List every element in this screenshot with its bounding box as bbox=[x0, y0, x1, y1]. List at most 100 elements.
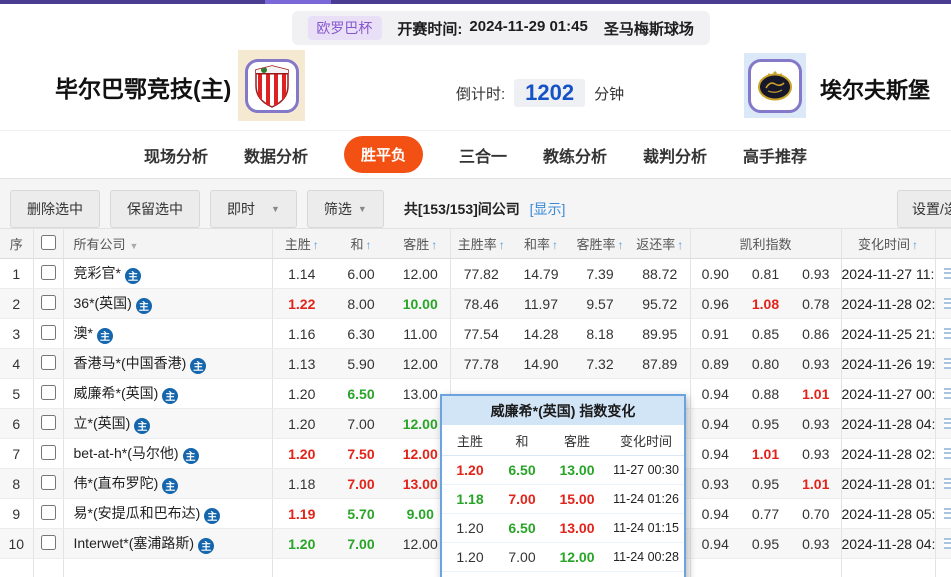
company-cell[interactable]: 竞彩官*主 bbox=[63, 259, 272, 289]
keep-selected-button[interactable]: 保留选中 bbox=[110, 190, 200, 228]
trend-chart-icon[interactable] bbox=[944, 298, 951, 309]
popup-odds-value: 15.00 bbox=[546, 485, 608, 514]
header-home-rate-sort[interactable]: 主胜率↑ bbox=[450, 229, 512, 259]
trend-chart-icon[interactable] bbox=[944, 448, 951, 459]
trend-chart-icon[interactable] bbox=[944, 328, 951, 339]
tab-expert-picks[interactable]: 高手推荐 bbox=[743, 143, 807, 167]
company-name[interactable]: Interwet*(塞浦路斯) bbox=[74, 535, 195, 551]
trend-cell[interactable] bbox=[935, 349, 951, 379]
row-select-cell[interactable] bbox=[33, 349, 63, 379]
trend-cell[interactable] bbox=[935, 529, 951, 559]
tab-three-in-one[interactable]: 三合一 bbox=[459, 143, 507, 167]
company-name[interactable]: 易*(安提瓜和巴布达) bbox=[74, 505, 201, 521]
company-name[interactable]: 竞彩官* bbox=[74, 265, 121, 281]
tab-referee-analysis[interactable]: 裁判分析 bbox=[643, 143, 707, 167]
trend-chart-icon[interactable] bbox=[944, 358, 951, 369]
live-filter-dropdown[interactable]: 即时 ▼ bbox=[210, 190, 297, 228]
row-select-cell[interactable] bbox=[33, 379, 63, 409]
odds-value: 1.14 bbox=[272, 259, 331, 289]
row-select-cell[interactable] bbox=[33, 499, 63, 529]
odds-value: 7.00 bbox=[331, 409, 391, 439]
row-checkbox[interactable] bbox=[41, 475, 56, 490]
row-select-cell[interactable] bbox=[33, 469, 63, 499]
trend-cell[interactable] bbox=[935, 319, 951, 349]
row-checkbox[interactable] bbox=[41, 355, 56, 370]
kelly-value: 0.94 bbox=[690, 499, 740, 529]
company-cell[interactable]: 立*(英国)主 bbox=[63, 409, 272, 439]
company-name[interactable]: bet-at-h*(马尔他) bbox=[74, 445, 179, 461]
company-name[interactable]: 香港马*(中国香港) bbox=[74, 355, 187, 371]
company-name[interactable]: 立*(英国) bbox=[74, 415, 131, 431]
delete-selected-button[interactable]: 删除选中 bbox=[10, 190, 100, 228]
header-away-win-sort[interactable]: 客胜↑ bbox=[391, 229, 450, 259]
countdown: 倒计时: 1202 分钟 bbox=[456, 79, 624, 107]
tab-data-analysis[interactable]: 数据分析 bbox=[244, 143, 308, 167]
row-checkbox[interactable] bbox=[41, 295, 56, 310]
tab-bar: 现场分析 数据分析 胜平负 三合一 教练分析 裁判分析 高手推荐 bbox=[0, 130, 951, 178]
company-name[interactable]: 威廉希*(英国) bbox=[74, 385, 159, 401]
trend-chart-icon[interactable] bbox=[944, 418, 951, 429]
trend-cell[interactable] bbox=[935, 259, 951, 289]
company-name[interactable]: 36*(英国) bbox=[74, 295, 132, 311]
filter-dropdown[interactable]: 筛选 ▼ bbox=[307, 190, 384, 228]
company-cell[interactable]: 香港马*(中国香港)主 bbox=[63, 349, 272, 379]
company-cell[interactable]: 澳*主 bbox=[63, 319, 272, 349]
kelly-value: 0.95 bbox=[740, 409, 791, 439]
rate-value: 77.78 bbox=[450, 349, 512, 379]
company-name[interactable]: 伟*(直布罗陀) bbox=[74, 475, 159, 491]
row-select-cell[interactable] bbox=[33, 289, 63, 319]
row-checkbox[interactable] bbox=[41, 385, 56, 400]
tab-win-draw-lose[interactable]: 胜平负 bbox=[344, 136, 423, 173]
company-cell[interactable]: 易*(安提瓜和巴布达)主 bbox=[63, 499, 272, 529]
company-cell[interactable]: bet-at-h*(马尔他)主 bbox=[63, 439, 272, 469]
row-checkbox[interactable] bbox=[41, 415, 56, 430]
row-checkbox[interactable] bbox=[41, 265, 56, 280]
header-draw-rate-sort[interactable]: 和率↑ bbox=[512, 229, 570, 259]
header-away-rate-sort[interactable]: 客胜率↑ bbox=[570, 229, 630, 259]
company-name[interactable]: 澳* bbox=[74, 325, 93, 341]
trend-chart-icon[interactable] bbox=[944, 538, 951, 549]
header-draw-sort[interactable]: 和↑ bbox=[331, 229, 391, 259]
row-checkbox[interactable] bbox=[41, 325, 56, 340]
row-select-cell[interactable] bbox=[33, 319, 63, 349]
trend-chart-icon[interactable] bbox=[944, 508, 951, 519]
tab-live-analysis[interactable]: 现场分析 bbox=[144, 143, 208, 167]
trend-cell[interactable] bbox=[935, 499, 951, 529]
trend-chart-icon[interactable] bbox=[944, 478, 951, 489]
kelly-value: 0.91 bbox=[690, 319, 740, 349]
header-payout-rate-sort[interactable]: 返还率↑ bbox=[630, 229, 690, 259]
row-select-cell[interactable] bbox=[33, 439, 63, 469]
odds-value: 7.50 bbox=[331, 439, 391, 469]
chevron-down-icon: ▼ bbox=[130, 241, 139, 251]
header-company[interactable]: 所有公司▼ bbox=[63, 229, 272, 259]
trend-chart-icon[interactable] bbox=[944, 388, 951, 399]
match-info-pill: 欧罗巴杯 开赛时间: 2024-11-29 01:45 圣马梅斯球场 bbox=[291, 11, 709, 45]
trend-chart-icon[interactable] bbox=[944, 268, 951, 279]
row-checkbox[interactable] bbox=[41, 445, 56, 460]
row-checkbox[interactable] bbox=[41, 535, 56, 550]
trend-cell[interactable] bbox=[935, 409, 951, 439]
header-home-win-sort[interactable]: 主胜↑ bbox=[272, 229, 331, 259]
trend-cell[interactable] bbox=[935, 289, 951, 319]
trend-cell[interactable] bbox=[935, 439, 951, 469]
settings-select-button[interactable]: 设置/选择 bbox=[897, 190, 951, 228]
kelly-value: 0.93 bbox=[690, 469, 740, 499]
kelly-value: 0.94 bbox=[690, 439, 740, 469]
company-cell[interactable]: 威廉希*(英国)主 bbox=[63, 379, 272, 409]
company-cell[interactable]: 伟*(直布罗陀)主 bbox=[63, 469, 272, 499]
header-select-all[interactable] bbox=[33, 229, 63, 259]
company-cell[interactable]: Interwet*(塞浦路斯)主 bbox=[63, 529, 272, 559]
company-cell[interactable]: 36*(英国)主 bbox=[63, 289, 272, 319]
row-select-cell[interactable] bbox=[33, 409, 63, 439]
row-select-cell[interactable] bbox=[33, 259, 63, 289]
trend-cell[interactable] bbox=[935, 379, 951, 409]
row-select-cell[interactable] bbox=[33, 529, 63, 559]
empty-cell bbox=[935, 559, 951, 577]
sort-asc-icon: ↑ bbox=[618, 238, 624, 252]
row-checkbox[interactable] bbox=[41, 505, 56, 520]
select-all-checkbox[interactable] bbox=[41, 235, 56, 250]
show-link[interactable]: [显示] bbox=[530, 201, 566, 217]
tab-coach-analysis[interactable]: 教练分析 bbox=[543, 143, 607, 167]
trend-cell[interactable] bbox=[935, 469, 951, 499]
header-change-time-sort[interactable]: 变化时间↑ bbox=[841, 229, 935, 259]
